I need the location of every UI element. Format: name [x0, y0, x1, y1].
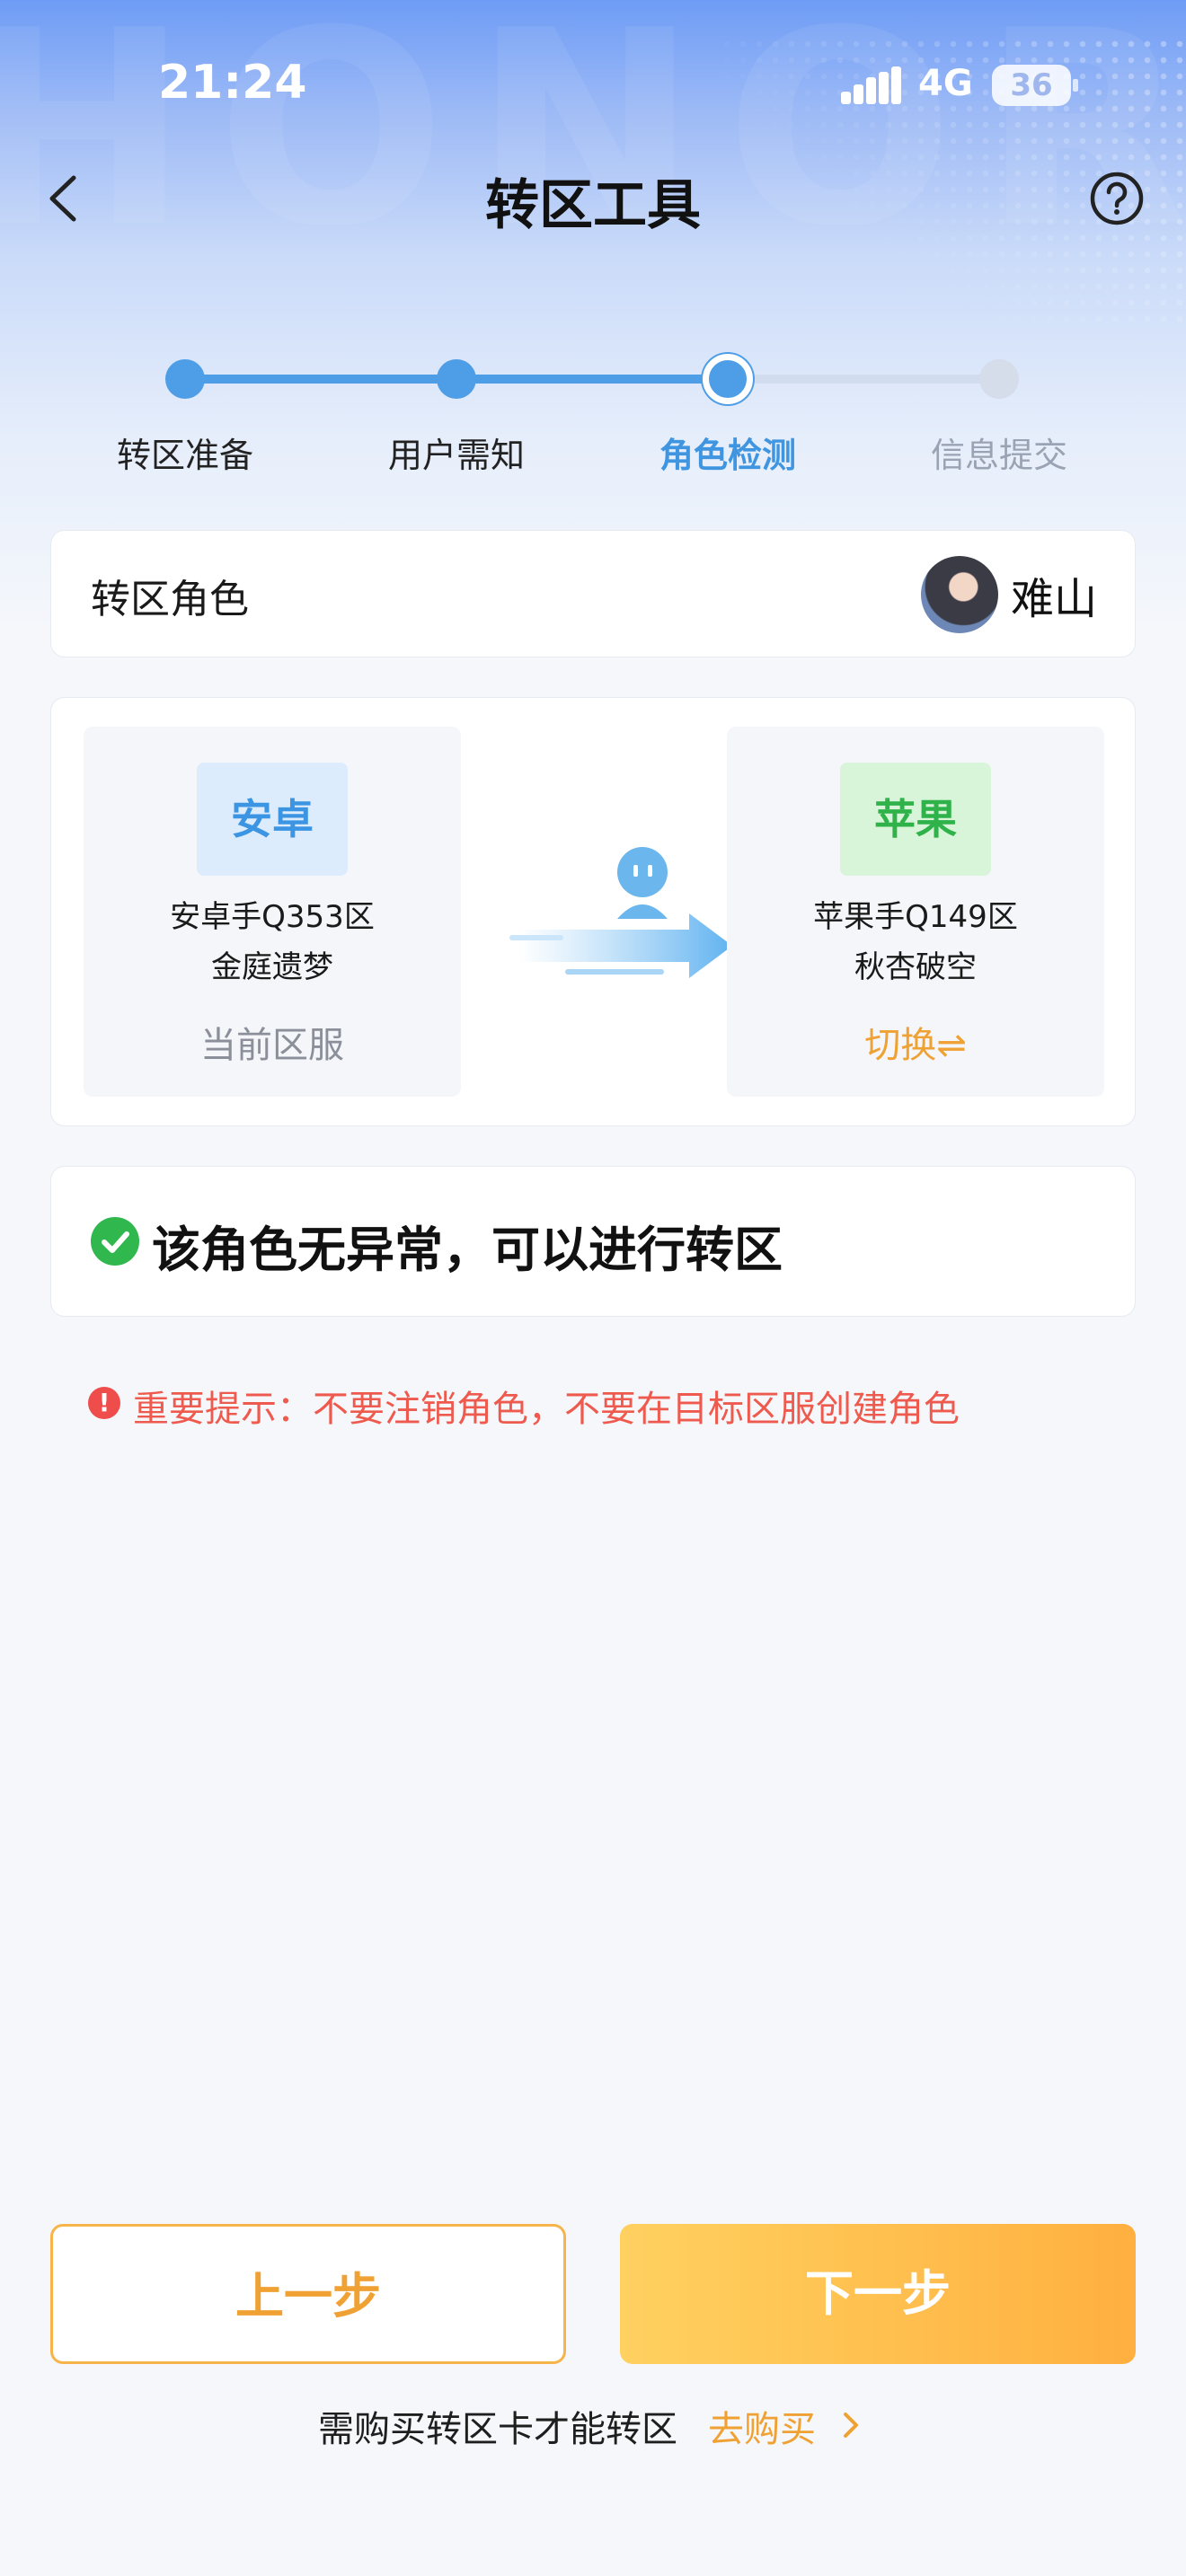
source-server-box: 安卓 安卓手Q353区 金庭遗梦 当前区服 — [84, 727, 461, 1097]
step-dot-1 — [165, 359, 205, 399]
target-server-box: 苹果 苹果手Q149区 秋杏破空 切换⇌ — [727, 727, 1104, 1097]
check-result-card: 该角色无异常，可以进行转区 — [50, 1166, 1136, 1317]
step-label-4: 信息提交 — [930, 436, 1067, 475]
page-title: 转区工具 — [485, 174, 701, 237]
warning-text: 重要提示：不要注销角色，不要在目标区服创建角色 — [133, 1389, 960, 1430]
battery-tip — [1073, 79, 1078, 92]
alert-circle-icon: ! — [88, 1387, 120, 1419]
battery-level: 36 — [1010, 67, 1053, 103]
source-server-name: 安卓手Q353区 — [170, 899, 375, 935]
ios-platform-tag: 苹果 — [840, 763, 991, 876]
target-character-name: 秋杏破空 — [854, 949, 977, 985]
question-circle-icon — [1090, 172, 1144, 225]
previous-step-button[interactable]: 上一步 — [50, 2224, 566, 2364]
android-platform-tag: 安卓 — [197, 763, 348, 876]
step-dot-4 — [979, 359, 1019, 399]
role-card: 转区角色 难山 — [50, 530, 1136, 657]
next-step-button[interactable]: 下一步 — [620, 2224, 1136, 2364]
network-label: 4G — [918, 63, 973, 104]
chevron-right-icon[interactable] — [837, 2407, 864, 2443]
step-dot-2 — [437, 359, 476, 399]
help-button[interactable] — [1089, 171, 1145, 226]
step-label-1: 转区准备 — [116, 436, 253, 475]
source-character-name: 金庭遗梦 — [211, 949, 333, 985]
status-time: 21:24 — [158, 56, 307, 110]
switch-server-button[interactable]: 切换⇌ — [727, 1016, 1104, 1068]
step-dot-3 — [703, 354, 753, 404]
step-label-3: 角色检测 — [659, 436, 796, 475]
purchase-note: 需购买转区卡才能转区 — [318, 2409, 677, 2450]
current-server-label: 当前区服 — [200, 1025, 344, 1066]
target-server-name: 苹果手Q149区 — [813, 899, 1018, 935]
transfer-arrow-icon — [509, 847, 732, 978]
buy-link[interactable]: 去购买 — [708, 2400, 816, 2452]
role-label: 转区角色 — [91, 577, 249, 622]
check-result-text: 该角色无异常，可以进行转区 — [152, 1222, 783, 1278]
server-transfer-card: 安卓 安卓手Q353区 金庭遗梦 当前区服 苹果 苹果手Q149区 秋杏破空 切… — [50, 697, 1136, 1126]
avatar — [921, 556, 998, 633]
step-label-2: 用户需知 — [387, 436, 525, 475]
signal-icon — [841, 66, 901, 104]
role-name: 难山 — [1011, 574, 1098, 624]
check-circle-icon — [91, 1217, 139, 1266]
